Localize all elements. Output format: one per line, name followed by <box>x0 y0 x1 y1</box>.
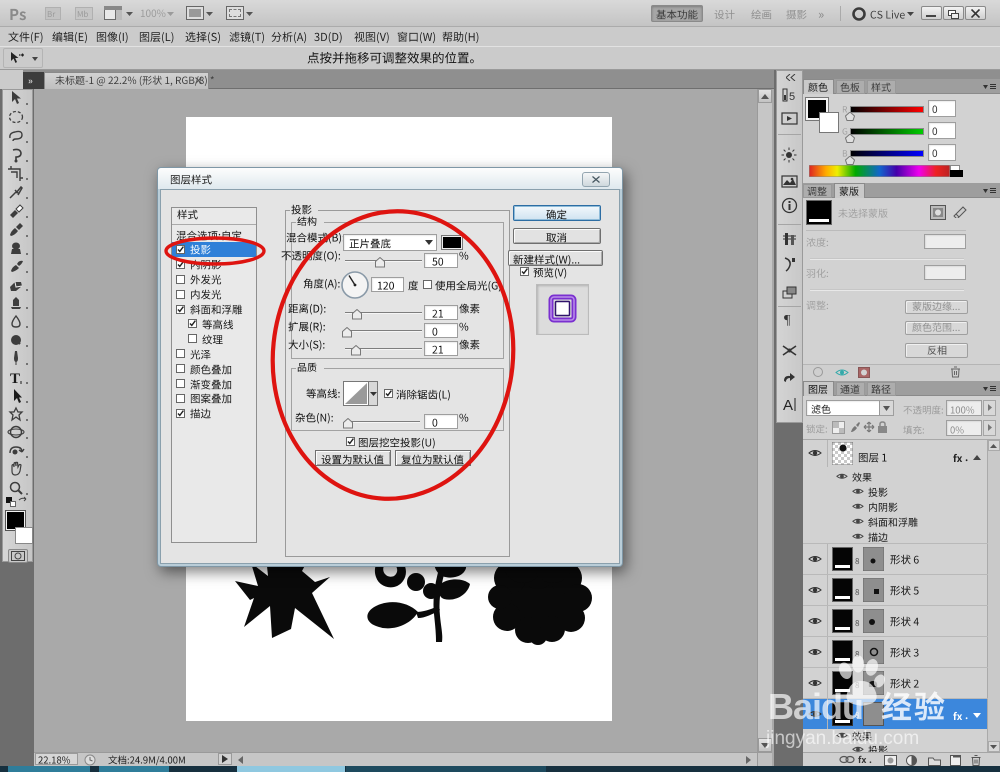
svg-text:T: T <box>10 371 20 386</box>
svg-text:A: A <box>783 397 793 414</box>
svg-text:5: 5 <box>789 91 795 103</box>
svg-text:¶: ¶ <box>784 313 791 327</box>
